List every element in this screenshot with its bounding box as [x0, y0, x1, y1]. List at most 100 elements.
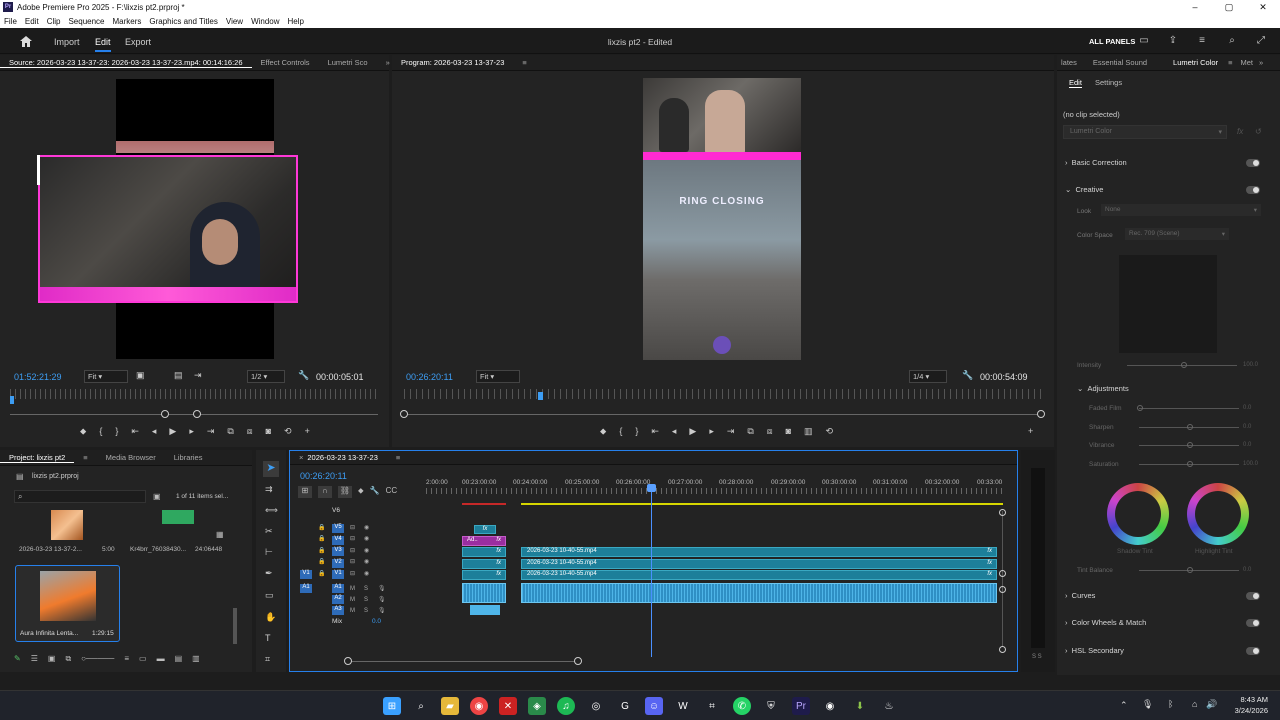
track-v1[interactable]: V1 [332, 570, 344, 579]
item-name-1[interactable]: 2026-03-23 13-37-2... [19, 546, 82, 553]
tab-lumetri-color[interactable]: Lumetri Color [1165, 58, 1224, 67]
track-mute-icon[interactable]: MMM [350, 584, 355, 617]
track-v4[interactable]: V4 [332, 536, 344, 545]
source-zoom-handle-right[interactable] [193, 410, 201, 418]
tab-libraries[interactable]: Libraries [165, 453, 212, 462]
mix-value[interactable]: 0.0 [372, 618, 381, 625]
section-creative[interactable]: ⌄ Creative [1065, 185, 1280, 194]
sort-icon[interactable]: ≡ [124, 654, 129, 664]
mark-in-icon[interactable]: { [99, 426, 102, 437]
tab-sequence[interactable]: 2026-03-23 13-37-23 [305, 453, 386, 462]
track-lock-icon[interactable]: 🔒 🔒 🔒 🔒 🔒 [318, 523, 325, 580]
creative-toggle[interactable] [1246, 185, 1260, 194]
camera-icon[interactable]: ◙ [266, 426, 271, 437]
hscroll-handle-left[interactable] [344, 657, 352, 665]
track-sync-icon[interactable]: ⊟ ⊟ ⊟ ⊟ ⊟ [350, 523, 355, 580]
hsl-toggle[interactable] [1246, 646, 1260, 655]
all-panels-label[interactable]: ALL PANELS [1089, 37, 1135, 46]
saturation-handle[interactable] [1187, 461, 1193, 467]
fx-icon[interactable]: fx [1237, 127, 1243, 136]
automate-icon[interactable]: ▭ [139, 654, 147, 664]
program-mark-in-icon[interactable]: { [619, 426, 622, 437]
bluetooth-icon[interactable]: ᛒ [1168, 699, 1173, 709]
nest-icon[interactable]: ⊞ [298, 486, 312, 498]
track-v6[interactable]: V6 [332, 507, 340, 514]
extract-icon[interactable]: ⧈ [767, 426, 773, 437]
lumetri-effect-dropdown[interactable]: Lumetri Color ▾ [1063, 125, 1227, 139]
section-basic-correction[interactable]: › Basic Correction [1065, 158, 1280, 167]
new-bin-icon[interactable]: ▣ [153, 492, 161, 501]
source-timecode[interactable]: 01:52:21:29 [14, 372, 62, 382]
tab-effect-controls[interactable]: Effect Controls [252, 58, 319, 67]
program-resolution-dropdown[interactable]: 1/4 ▾ [909, 370, 947, 383]
go-to-out-icon[interactable]: ⇥ [207, 426, 215, 437]
clip-v3-left[interactable]: fx [462, 547, 506, 557]
tint-balance-handle[interactable] [1187, 567, 1193, 573]
play-icon[interactable]: ▶ [169, 426, 176, 437]
vscroll-handle[interactable] [999, 509, 1006, 516]
section-hsl-secondary[interactable]: › HSL Secondary [1065, 646, 1280, 655]
program-timecode[interactable]: 00:26:20:11 [406, 372, 453, 382]
find-icon[interactable]: ▬ [157, 654, 165, 664]
clear-icon[interactable]: ▥ [192, 654, 200, 664]
program-wrench-icon[interactable]: 🔧 [962, 370, 973, 381]
tab-lumetri-scopes[interactable]: Lumetri Sco [319, 58, 377, 67]
source-insert-icon[interactable]: ⇥ [194, 370, 202, 381]
network-icon[interactable]: ⌂ [1192, 699, 1197, 709]
mic-icon[interactable]: 🎙 [1142, 699, 1153, 710]
source-ruler[interactable] [10, 389, 378, 399]
download-icon[interactable]: ⬇ [851, 697, 869, 715]
hand-tool-icon[interactable]: ✋ [265, 612, 276, 623]
reset-icon[interactable]: ↺ [1255, 127, 1262, 136]
program-play-icon[interactable]: ▶ [689, 426, 696, 437]
menu-view[interactable]: View [226, 17, 243, 26]
source-export-frame-icon[interactable]: ▤ [174, 370, 183, 381]
saturation-value[interactable]: 100.0 [1243, 461, 1258, 467]
lumetri-more-icon[interactable]: » [1257, 58, 1265, 67]
program-fit-dropdown[interactable]: Fit ▾ [476, 370, 520, 383]
thumb-clip-1[interactable] [51, 510, 83, 540]
faded-film-value[interactable]: 0.0 [1243, 405, 1251, 411]
pencil-icon[interactable]: ✎ [14, 654, 21, 664]
maximize-icon[interactable]: ▢ [1212, 0, 1246, 14]
workspace-menu-icon[interactable]: ≡ [1195, 34, 1209, 48]
menu-window[interactable]: Window [251, 17, 279, 26]
app-green-icon[interactable]: ◈ [528, 697, 546, 715]
color-space-dropdown[interactable]: Rec. 709 (Scene) ▾ [1125, 228, 1229, 240]
hscroll-handle-right[interactable] [574, 657, 582, 665]
thumb-audio-2[interactable] [162, 510, 194, 524]
program-vr-icon[interactable]: ⟲ [826, 426, 834, 437]
clip-v2[interactable]: 2026-03-23 10-40-55.mp4 fx [521, 559, 997, 569]
premiere-taskbar-icon[interactable]: Pr [792, 697, 810, 715]
volume-icon[interactable]: 🔊 [1206, 699, 1217, 710]
track-mic-icon[interactable]: 🎙 🎙 🎙 [378, 584, 386, 617]
whatsapp-icon[interactable]: ✆ [733, 697, 751, 715]
menu-file[interactable]: File [4, 17, 17, 26]
section-color-wheels[interactable]: › Color Wheels & Match [1065, 618, 1280, 627]
timeline-close-icon[interactable]: × [290, 453, 305, 462]
tab-source[interactable]: Source: 2026-03-23 13-37-23: 2026-03-23 … [0, 58, 252, 68]
timeline-ruler[interactable]: 2:00:00 00:23:00:00 00:24:00:00 00:25:00… [426, 479, 1006, 495]
go-to-in-icon[interactable]: ⇤ [131, 426, 139, 437]
tab-media-browser[interactable]: Media Browser [97, 453, 165, 462]
program-step-back-icon[interactable]: ◂ [672, 426, 677, 437]
curves-toggle[interactable] [1246, 591, 1260, 600]
add-button-icon[interactable]: + [305, 426, 310, 437]
program-mark-out-icon[interactable]: } [635, 426, 638, 437]
program-zoom-handle-left[interactable] [400, 410, 408, 418]
track-select-icon[interactable]: ⇉ [265, 484, 273, 495]
highlight-tint-wheel[interactable] [1187, 483, 1249, 545]
clip-v3[interactable]: 2026-03-23 10-40-55.mp4 fx [521, 547, 997, 557]
timeline-playhead[interactable] [651, 487, 652, 657]
chrome-alt-icon[interactable]: ◉ [821, 697, 839, 715]
steam-icon[interactable]: ♨ [880, 697, 898, 715]
tab-project[interactable]: Project: lixzis pt2 [0, 453, 75, 463]
step-back-icon[interactable]: ◂ [152, 426, 157, 437]
program-menu-icon[interactable]: ≡ [513, 58, 535, 67]
zoom-slider-icon[interactable]: ○───── [81, 654, 114, 664]
list-view-icon[interactable]: ☰ [31, 654, 38, 664]
timeline-wrench-icon[interactable]: 🔧 [370, 486, 380, 498]
mark-out-icon[interactable]: } [115, 426, 118, 437]
vscroll-handle[interactable] [999, 646, 1006, 653]
shadow-tint-wheel[interactable] [1107, 483, 1169, 545]
